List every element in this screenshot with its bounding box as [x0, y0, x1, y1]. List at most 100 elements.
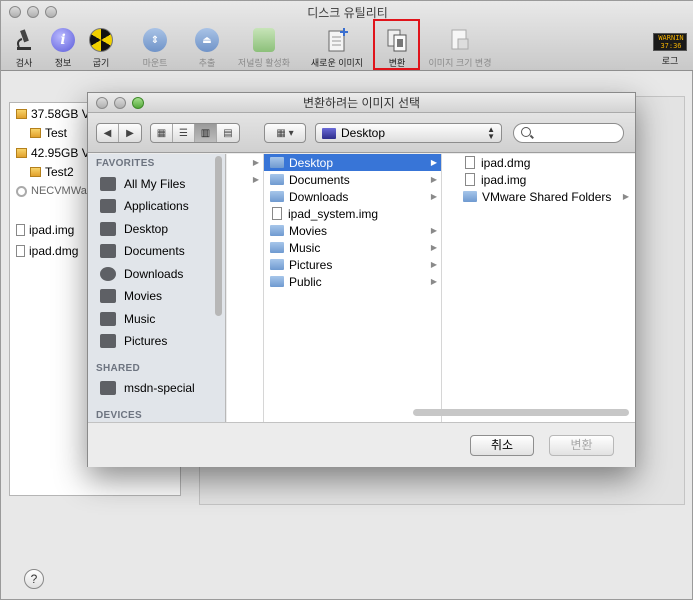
verify-button[interactable]: 검사 — [9, 27, 39, 69]
log-icon: WARNIN 37:36 — [653, 33, 687, 51]
forward-button[interactable]: ▶ — [119, 124, 141, 142]
browser-column-1: ▶ ▶ — [227, 154, 264, 422]
dialog-button-bar: 취소 변환 — [88, 422, 635, 467]
sidebar-item-disk2[interactable]: 42.95GB V — [16, 146, 90, 160]
disclosure-arrow-icon: ▶ — [430, 243, 437, 252]
help-button[interactable]: ? — [24, 569, 44, 589]
resize-image-button[interactable]: 이미지 크기 변경 — [421, 27, 499, 69]
column-view-button[interactable]: ▥ — [195, 124, 217, 142]
enable-journaling-label: 저널링 활성화 — [237, 58, 291, 68]
location-label: Desktop — [341, 126, 386, 140]
column1-row[interactable]: ▶ — [227, 171, 263, 188]
sidebar-item-music[interactable]: Music — [100, 312, 155, 326]
disclosure-arrow-icon: ▶ — [430, 158, 437, 167]
info-icon: i — [51, 28, 75, 52]
dialog-minimize-button[interactable] — [114, 97, 126, 109]
log-button[interactable]: WARNIN 37:36 로그 — [651, 27, 689, 67]
sidebar-item-pictures[interactable]: Pictures — [100, 334, 167, 348]
view-mode-control: ▦ ☰ ▥ ▤ — [150, 123, 240, 143]
sidebar-item-label: Pictures — [124, 334, 168, 348]
burn-icon — [89, 28, 113, 52]
folder-icon — [270, 174, 284, 185]
list-item-ipad-system-img[interactable]: ipad_system.img — [264, 205, 441, 222]
popup-arrows-icon: ▲ ▼ — [487, 125, 495, 141]
burn-button[interactable]: 굽기 — [85, 27, 117, 69]
list-item-vmware-shared-folders[interactable]: VMware Shared Folders ▶ — [457, 188, 633, 205]
sidebar-item-label: Music — [124, 312, 156, 326]
sidebar-item-movies[interactable]: Movies — [100, 289, 162, 303]
sidebar-item-label: NECVMWa — [31, 185, 87, 197]
coverflow-view-button[interactable]: ▤ — [217, 124, 239, 142]
list-item-ipad-img[interactable]: ipad.img — [457, 171, 633, 188]
list-item-label: Documents — [289, 172, 350, 187]
sidebar-item-applications[interactable]: Applications — [100, 199, 189, 213]
eject-button[interactable]: ⏏ 추출 — [187, 27, 227, 69]
log-badge-text: WARNIN 37:36 — [658, 34, 684, 50]
list-item-downloads[interactable]: Downloads ▶ — [264, 188, 441, 205]
open-image-dialog: 변환하려는 이미지 선택 ◀ ▶ ▦ ☰ ▥ ▤ ▦ ▾ Desktop ▲▼ — [87, 92, 636, 467]
list-item-desktop[interactable]: Desktop ▶ — [264, 154, 441, 171]
mount-button[interactable]: ⇕ 마운트 — [135, 27, 175, 69]
sidebar-item-label: Desktop — [124, 222, 169, 236]
back-button[interactable]: ◀ — [97, 124, 119, 142]
list-item-movies[interactable]: Movies ▶ — [264, 222, 441, 239]
search-field[interactable] — [513, 123, 624, 143]
folder-icon — [270, 259, 284, 270]
sidebar-item-label: 37.58GB V — [31, 107, 90, 121]
info-button[interactable]: i 정보 — [47, 27, 79, 69]
new-image-button[interactable]: 새로운 이미지 — [303, 27, 371, 69]
sidebar-item-documents[interactable]: Documents — [100, 244, 185, 258]
dialog-toolbar: ◀ ▶ ▦ ☰ ▥ ▤ ▦ ▾ Desktop ▲ ▼ — [88, 113, 635, 153]
sidebar-item-ipad-dmg[interactable]: ipad.dmg — [16, 244, 78, 258]
sidebar-item-test[interactable]: Test — [30, 126, 67, 140]
sidebar-item-all-my-files[interactable]: All My Files — [100, 177, 185, 191]
sidebar-scrollbar[interactable] — [215, 156, 222, 316]
dialog-close-button[interactable] — [96, 97, 108, 109]
downloads-icon — [100, 267, 116, 281]
title-toolbar: 디스크 유틸리티 검사 i 정보 굽기 ⇕ 마운트 ⏏ 추출 저널링 활성화 새… — [1, 1, 693, 71]
list-item-ipad-dmg[interactable]: ipad.dmg — [457, 154, 633, 171]
sidebar-item-label: ipad.img — [29, 223, 75, 237]
list-item-pictures[interactable]: Pictures ▶ — [264, 256, 441, 273]
cancel-button[interactable]: 취소 — [470, 435, 534, 456]
folder-icon — [270, 276, 284, 287]
applications-icon — [100, 199, 116, 213]
sidebar-item-msdn-special[interactable]: msdn-special — [100, 381, 195, 395]
horizontal-scrollbar[interactable] — [413, 409, 629, 416]
icon-view-button[interactable]: ▦ — [151, 124, 173, 142]
hard-disk-icon — [16, 109, 27, 119]
eject-label: 추출 — [198, 58, 216, 68]
dialog-sidebar: FAVORITES All My Files Applications Desk… — [88, 154, 226, 422]
disclosure-arrow-icon: ▶ — [430, 192, 437, 201]
list-item-public[interactable]: Public ▶ — [264, 273, 441, 290]
list-item-label: ipad.dmg — [481, 155, 531, 170]
new-image-icon — [324, 27, 350, 53]
sidebar-item-test2[interactable]: Test2 — [30, 165, 74, 179]
dialog-zoom-button[interactable] — [132, 97, 144, 109]
resize-image-label: 이미지 크기 변경 — [428, 58, 492, 68]
mount-label: 마운트 — [142, 58, 168, 68]
disclosure-arrow-icon: ▶ — [430, 226, 437, 235]
sidebar-item-desktop[interactable]: Desktop — [100, 222, 168, 236]
sidebar-item-disk1[interactable]: 37.58GB V — [16, 107, 90, 121]
list-item-label: Downloads — [289, 189, 349, 204]
movies-icon — [100, 289, 116, 303]
sidebar-item-downloads[interactable]: Downloads — [100, 267, 183, 281]
list-view-button[interactable]: ☰ — [173, 124, 195, 142]
list-item-label: ipad.img — [481, 172, 527, 187]
disclosure-arrow-icon: ▶ — [430, 175, 437, 184]
burn-label: 굽기 — [92, 58, 110, 68]
documents-icon — [100, 244, 116, 258]
arrange-control: ▦ ▾ — [264, 123, 306, 143]
location-popup[interactable]: Desktop ▲ ▼ — [315, 123, 502, 143]
list-item-music[interactable]: Music ▶ — [264, 239, 441, 256]
list-item-documents[interactable]: Documents ▶ — [264, 171, 441, 188]
sidebar-item-optical[interactable]: NECVMWa — [16, 185, 87, 197]
arrange-button[interactable]: ▦ ▾ — [265, 124, 305, 142]
enable-journaling-button[interactable]: 저널링 활성화 — [233, 27, 295, 69]
pictures-icon — [100, 334, 116, 348]
convert-dialog-button[interactable]: 변환 — [549, 435, 614, 456]
column1-row[interactable]: ▶ — [227, 154, 263, 171]
convert-highlight-box — [373, 19, 420, 70]
sidebar-item-ipad-img[interactable]: ipad.img — [16, 223, 74, 237]
